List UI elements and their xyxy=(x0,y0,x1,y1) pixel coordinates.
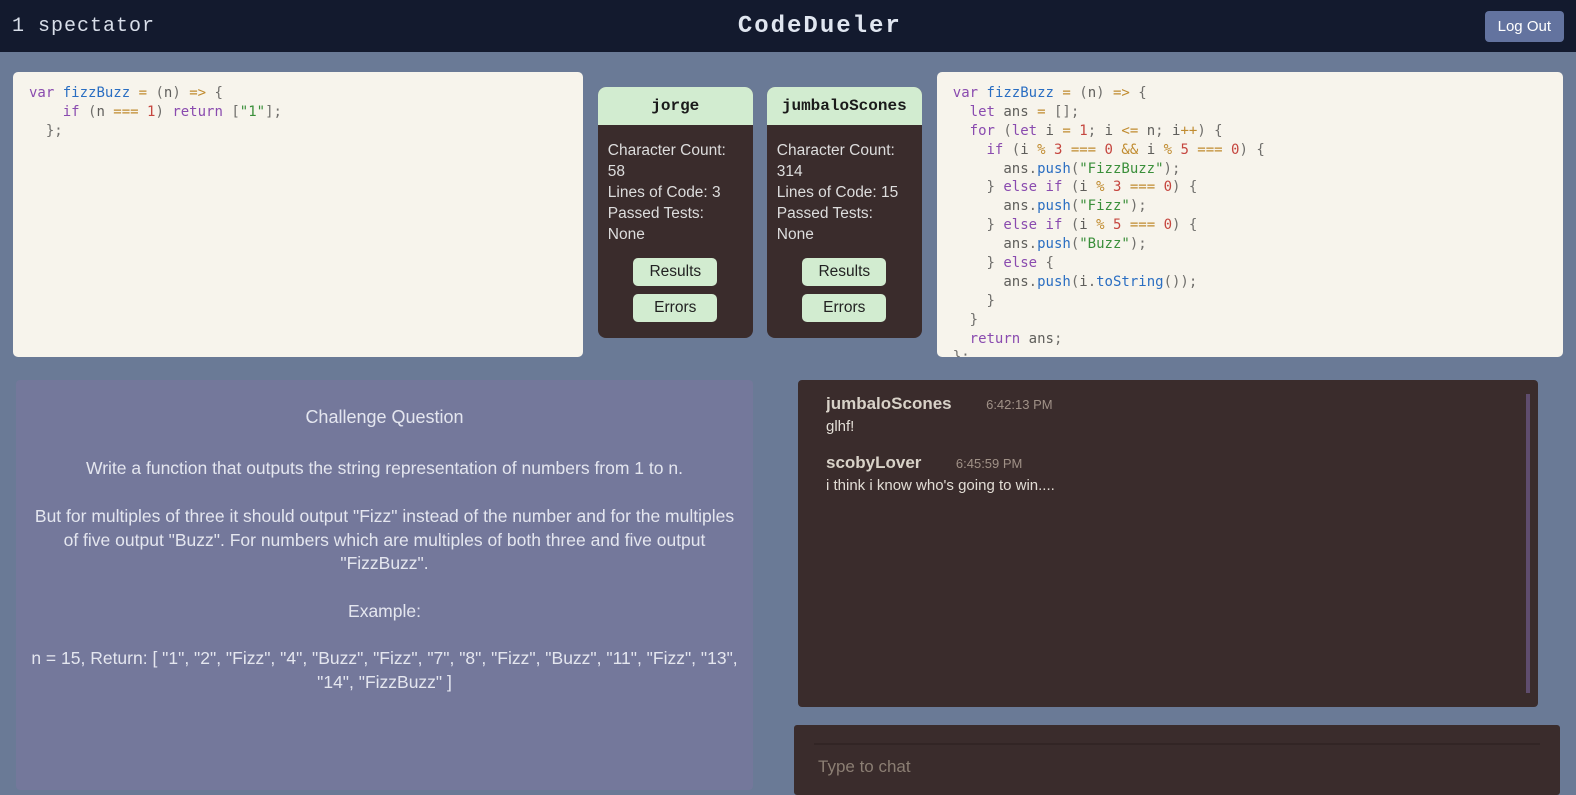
chat-messages[interactable]: jumbaloScones 6:42:13 PM glhf! scobyLove… xyxy=(826,394,1530,693)
chat-username: jumbaloScones xyxy=(826,394,952,413)
player-card-jorge: jorge Character Count: 58 Lines of Code:… xyxy=(598,87,753,338)
challenge-text: Write a function that outputs the string… xyxy=(26,457,743,481)
errors-button[interactable]: Errors xyxy=(802,294,886,322)
spectator-count: 1 spectator xyxy=(12,15,155,38)
players-wrap: jorge Character Count: 58 Lines of Code:… xyxy=(598,72,922,338)
chat-panel: jumbaloScones 6:42:13 PM glhf! scobyLove… xyxy=(798,380,1538,707)
chat-time: 6:45:59 PM xyxy=(956,456,1023,471)
challenge-title: Challenge Question xyxy=(26,405,743,429)
player-buttons: Results Errors xyxy=(598,258,753,322)
chat-message: scobyLover 6:45:59 PM i think i know who… xyxy=(826,453,1506,494)
challenge-panel: Challenge Question Write a function that… xyxy=(16,380,753,790)
chat-column: jumbaloScones 6:42:13 PM glhf! scobyLove… xyxy=(798,380,1560,795)
chat-time: 6:42:13 PM xyxy=(986,397,1053,412)
header: 1 spectator CodeDueler Log Out xyxy=(0,0,1576,52)
results-button[interactable]: Results xyxy=(633,258,717,286)
bottom-row: Challenge Question Write a function that… xyxy=(0,357,1576,795)
player-stats: Character Count: 58 Lines of Code: 3 Pas… xyxy=(598,127,753,258)
player-card-jumbaloscones: jumbaloScones Character Count: 314 Lines… xyxy=(767,87,922,338)
chat-input[interactable] xyxy=(814,743,1540,789)
chat-username: scobyLover xyxy=(826,453,921,472)
challenge-text: But for multiples of three it should out… xyxy=(26,505,743,576)
challenge-text: Example: xyxy=(26,600,743,624)
player-name: jumbaloScones xyxy=(767,87,922,127)
chat-message: jumbaloScones 6:42:13 PM glhf! xyxy=(826,394,1506,435)
errors-button[interactable]: Errors xyxy=(633,294,717,322)
top-row: var fizzBuzz = (n) => { if (n === 1) ret… xyxy=(0,52,1576,357)
chat-text: i think i know who's going to win.... xyxy=(826,477,1506,494)
code-editor-left: var fizzBuzz = (n) => { if (n === 1) ret… xyxy=(13,72,583,357)
challenge-text: n = 15, Return: [ "1", "2", "Fizz", "4",… xyxy=(26,647,743,694)
player-buttons: Results Errors xyxy=(767,258,922,322)
results-button[interactable]: Results xyxy=(802,258,886,286)
player-name: jorge xyxy=(598,87,753,127)
code-editor-right: var fizzBuzz = (n) => { let ans = []; fo… xyxy=(937,72,1563,357)
player-stats: Character Count: 314 Lines of Code: 15 P… xyxy=(767,127,922,258)
logout-button[interactable]: Log Out xyxy=(1485,11,1564,42)
chat-input-wrap xyxy=(794,725,1560,795)
chat-text: glhf! xyxy=(826,418,1506,435)
app-title: CodeDueler xyxy=(738,13,902,40)
